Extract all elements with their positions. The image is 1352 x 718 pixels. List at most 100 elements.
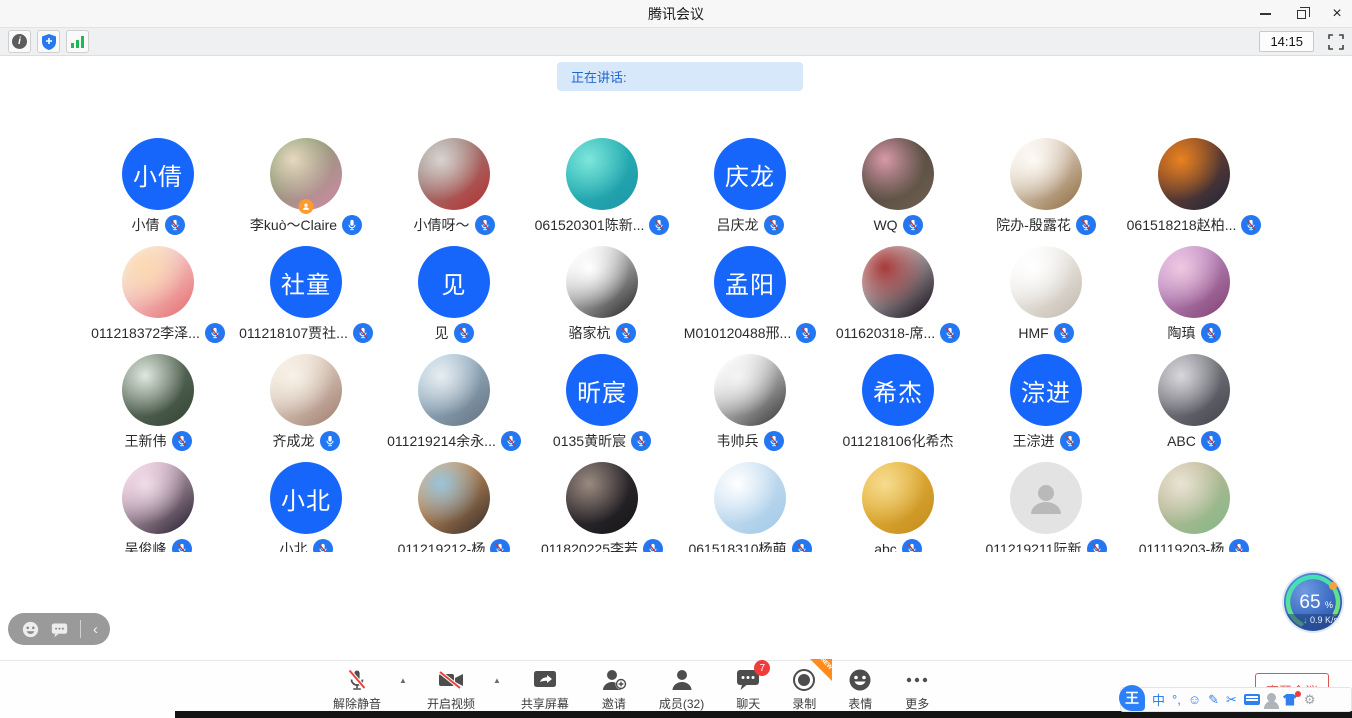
- participant-tile[interactable]: 小倩呀～: [380, 138, 528, 246]
- participant-tile[interactable]: abc: [824, 462, 972, 552]
- participant-tile[interactable]: 庆龙吕庆龙: [676, 138, 824, 246]
- participant-tile[interactable]: HMF: [972, 246, 1120, 354]
- participant-mic-muted-badge[interactable]: [454, 323, 474, 343]
- participant-mic-muted-badge[interactable]: [205, 323, 225, 343]
- participant-mic-muted-badge[interactable]: [172, 431, 192, 451]
- participant-mic-muted-badge[interactable]: [490, 539, 510, 552]
- participant-tile[interactable]: 韦帅兵: [676, 354, 824, 462]
- participant-mic-muted-badge[interactable]: [1229, 539, 1249, 552]
- meeting-info-button[interactable]: i: [8, 30, 31, 53]
- participant-tile[interactable]: WQ: [824, 138, 972, 246]
- ime-handwriting-icon[interactable]: ✎: [1208, 692, 1219, 708]
- participant-tile[interactable]: 011620318-席...: [824, 246, 972, 354]
- network-quality-button[interactable]: [66, 30, 89, 53]
- ime-logo-icon[interactable]: 王: [1119, 685, 1145, 711]
- participant-mic-muted-badge[interactable]: [903, 215, 923, 235]
- toolbar-button-chat[interactable]: 7聊天: [736, 667, 760, 712]
- caret-up-icon[interactable]: ▲: [493, 676, 501, 685]
- participant-tile[interactable]: 061518310杨萌: [676, 462, 824, 552]
- participant-tile[interactable]: 061518218赵柏...: [1120, 138, 1268, 246]
- mic-on-icon: [345, 218, 359, 232]
- ime-keyboard-icon[interactable]: [1244, 694, 1260, 705]
- participant-mic-muted-badge[interactable]: [1201, 323, 1221, 343]
- minimize-button[interactable]: [1258, 7, 1272, 21]
- ime-scissors-icon[interactable]: ✂: [1226, 692, 1237, 708]
- participant-mic-muted-badge[interactable]: [940, 323, 960, 343]
- participant-tile[interactable]: 小北小北: [232, 462, 380, 552]
- participant-tile[interactable]: 骆家杭: [528, 246, 676, 354]
- toolbar-button-start-video[interactable]: 开启视频: [427, 667, 475, 712]
- participant-tile[interactable]: 011219211阮新: [972, 462, 1120, 552]
- smiley-icon[interactable]: [22, 621, 39, 638]
- restore-button[interactable]: [1294, 7, 1308, 21]
- participant-mic-on-badge[interactable]: [320, 431, 340, 451]
- participant-mic-muted-badge[interactable]: [616, 323, 636, 343]
- participant-mic-muted-badge[interactable]: [792, 539, 812, 552]
- participant-mic-muted-badge[interactable]: [631, 431, 651, 451]
- participant-tile[interactable]: 011219212-杨: [380, 462, 528, 552]
- participant-tile[interactable]: ABC: [1120, 354, 1268, 462]
- participant-mic-muted-badge[interactable]: [1054, 323, 1074, 343]
- ime-settings-icon[interactable]: ⚙: [1304, 692, 1316, 708]
- ime-skin-icon[interactable]: [1283, 694, 1297, 706]
- ime-profile-icon[interactable]: [1267, 693, 1276, 707]
- participant-mic-muted-badge[interactable]: [643, 539, 663, 552]
- participant-tile[interactable]: 见见: [380, 246, 528, 354]
- participant-mic-on-badge[interactable]: [342, 215, 362, 235]
- participant-tile[interactable]: 社童011218107贾社...: [232, 246, 380, 354]
- participant-tile[interactable]: 011219214余永...: [380, 354, 528, 462]
- participant-mic-muted-badge[interactable]: [501, 431, 521, 451]
- mic-muted-icon: [905, 542, 919, 552]
- participant-tile[interactable]: 011218372李泽...: [84, 246, 232, 354]
- participant-tile[interactable]: 吴俊峰: [84, 462, 232, 552]
- close-button[interactable]: ×: [1330, 7, 1344, 21]
- ime-mode-chinese-icon[interactable]: 中: [1152, 690, 1165, 709]
- toolbar-button-invite[interactable]: 邀请: [601, 667, 627, 712]
- participant-mic-muted-badge[interactable]: [764, 431, 784, 451]
- participant-mic-muted-badge[interactable]: [1076, 215, 1096, 235]
- network-speed-gauge[interactable]: 65 % ↓ 0.9 K/s: [1281, 570, 1345, 634]
- meeting-security-button[interactable]: [37, 30, 60, 53]
- participant-mic-muted-badge[interactable]: [764, 215, 784, 235]
- participant-tile[interactable]: 陶瑱: [1120, 246, 1268, 354]
- participant-tile[interactable]: 院办-殷露花: [972, 138, 1120, 246]
- participant-mic-muted-badge[interactable]: [1060, 431, 1080, 451]
- participant-tile[interactable]: 孟阳M010120488邢...: [676, 246, 824, 354]
- fullscreen-icon[interactable]: [1328, 34, 1344, 50]
- participant-mic-muted-badge[interactable]: [353, 323, 373, 343]
- participant-mic-muted-badge[interactable]: [1087, 539, 1107, 552]
- participant-mic-muted-badge[interactable]: [796, 323, 816, 343]
- toolbar-button-members[interactable]: 成员(32): [659, 667, 704, 712]
- participant-mic-muted-badge[interactable]: [475, 215, 495, 235]
- participant-mic-muted-badge[interactable]: [1201, 431, 1221, 451]
- quick-actions-pill[interactable]: ‹: [8, 613, 110, 645]
- participant-tile[interactable]: 希杰011218106化希杰: [824, 354, 972, 462]
- participant-mic-muted-badge[interactable]: [172, 539, 192, 552]
- participant-mic-muted-badge[interactable]: [902, 539, 922, 552]
- participant-tile[interactable]: 王新伟: [84, 354, 232, 462]
- participant-mic-muted-badge[interactable]: [649, 215, 669, 235]
- ime-punctuation-icon[interactable]: °,: [1172, 692, 1181, 707]
- participant-tile[interactable]: 061520301陈新...: [528, 138, 676, 246]
- toolbar-button-record[interactable]: NEW录制: [792, 667, 816, 712]
- toolbar-button-emoji[interactable]: 表情: [848, 667, 872, 712]
- message-icon[interactable]: [51, 621, 68, 638]
- ime-toolbar[interactable]: 王 中 °, ☺ ✎ ✂ ⚙: [1120, 687, 1352, 712]
- participant-mic-muted-badge[interactable]: [1241, 215, 1261, 235]
- toolbar-button-more[interactable]: 更多: [904, 667, 930, 712]
- participant-tile[interactable]: 李kuò～Claire: [232, 138, 380, 246]
- caret-up-icon[interactable]: ▲: [399, 676, 407, 685]
- collapse-chevron-icon[interactable]: ‹: [93, 622, 98, 637]
- participant-tile[interactable]: 齐成龙: [232, 354, 380, 462]
- participant-tile[interactable]: 小倩小倩: [84, 138, 232, 246]
- toolbar-button-unmute[interactable]: 解除静音: [333, 667, 381, 712]
- toolbar-button-share-screen[interactable]: 共享屏幕: [521, 667, 569, 712]
- participant-tile[interactable]: 011820225李若: [528, 462, 676, 552]
- participant-mic-muted-badge[interactable]: [313, 539, 333, 552]
- ime-emoji-icon[interactable]: ☺: [1188, 692, 1201, 707]
- participant-tile[interactable]: 昕宸0135黄昕宸: [528, 354, 676, 462]
- participant-mic-muted-badge[interactable]: [165, 215, 185, 235]
- participant-photo-avatar: [862, 246, 934, 318]
- participant-tile[interactable]: 淙进王淙进: [972, 354, 1120, 462]
- participant-tile[interactable]: 011119203-杨: [1120, 462, 1268, 552]
